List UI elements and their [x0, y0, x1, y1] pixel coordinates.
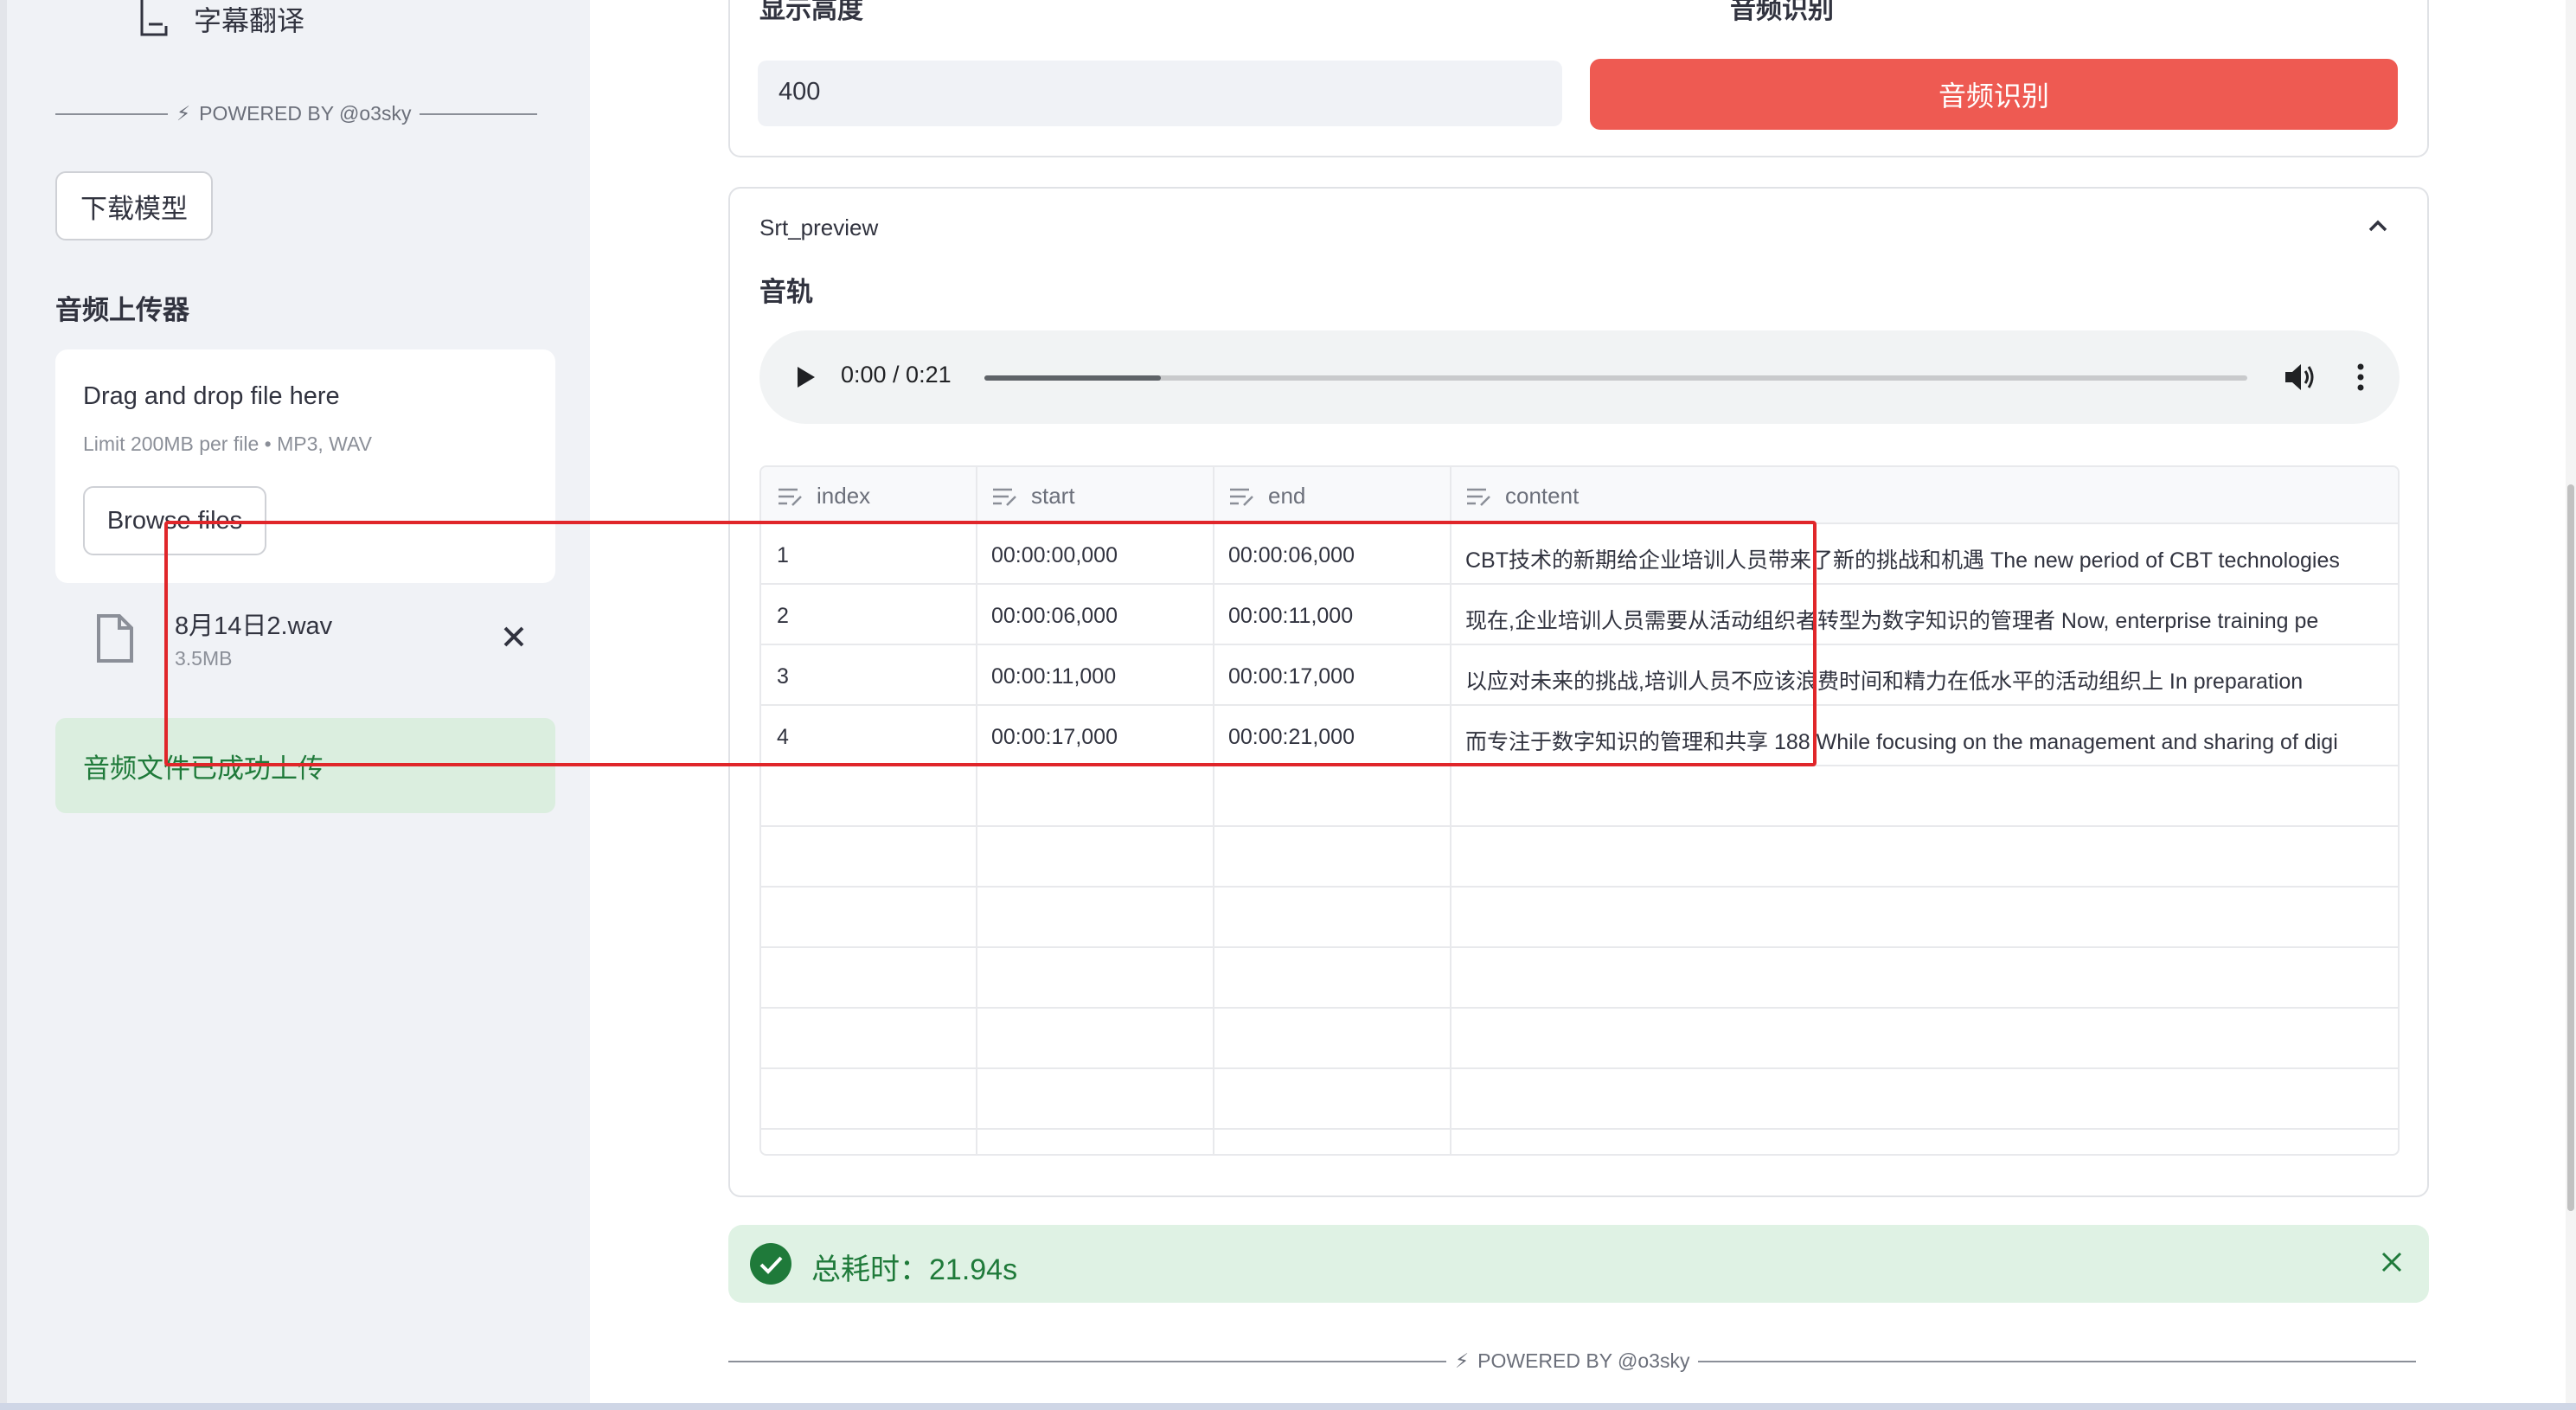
height-label: 显示高度: [759, 0, 863, 24]
sidebar: 字幕翻译 ⚡ POWERED BY @o3sky 下载模型 音频上传器 Drag…: [0, 0, 590, 1410]
uploaded-file: 8月14日2.wav 3.5MB: [55, 597, 555, 692]
column-header-content[interactable]: content: [1465, 483, 1579, 510]
play-icon[interactable]: [792, 363, 818, 391]
remove-file-icon[interactable]: [497, 619, 531, 654]
cell-end[interactable]: 00:00:06,000: [1228, 543, 1445, 568]
table-row-empty: [761, 948, 2398, 1009]
main-powered-by: ⚡ POWERED BY @o3sky: [728, 1349, 2429, 1373]
column-header-start[interactable]: start: [991, 483, 1075, 510]
table-row[interactable]: 2 00:00:06,000 00:00:11,000 现在,企业培训人员需要从…: [761, 585, 2398, 645]
elapsed-time-text: 总耗时：21.94s: [811, 1253, 1018, 1286]
cell-end[interactable]: 00:00:17,000: [1228, 664, 1445, 689]
file-size: 3.5MB: [175, 647, 233, 670]
column-header-index[interactable]: index: [777, 483, 870, 510]
scrollbar-thumb[interactable]: [2567, 484, 2574, 1211]
divider: [420, 112, 538, 115]
audio-time: 0:00 / 0:21: [841, 362, 952, 388]
elapsed-time-alert: 总耗时：21.94s: [728, 1225, 2429, 1303]
audio-progress-fill: [984, 375, 1162, 381]
height-number-input[interactable]: 400 − +: [758, 61, 1699, 126]
srt-data-table: index start end content 1 00:00:00,000 0…: [759, 465, 2400, 1156]
volume-icon[interactable]: [2284, 362, 2316, 393]
table-row-empty: [761, 827, 2398, 888]
srt-preview-expander: Srt_preview 音轨 0:00 / 0:21 index start e…: [728, 187, 2429, 1197]
cell-start[interactable]: 00:00:06,000: [991, 604, 1208, 629]
powered-by-text: POWERED BY @o3sky: [1477, 1349, 1690, 1372]
track-title: 音轨: [759, 277, 813, 307]
divider: [1698, 1360, 2417, 1362]
audio-progress-bar[interactable]: [984, 375, 2247, 381]
table-row[interactable]: 1 00:00:00,000 00:00:06,000 CBT技术的新期给企业培…: [761, 524, 2398, 585]
dropzone-limit: Limit 200MB per file • MP3, WAV: [83, 433, 372, 455]
document-icon: [140, 0, 168, 36]
text-column-icon: [779, 488, 802, 506]
page-scrollbar[interactable]: [2566, 0, 2576, 1410]
more-options-icon[interactable]: [2355, 362, 2367, 393]
table-row[interactable]: 4 00:00:17,000 00:00:21,000 而专注于数字知识的管理和…: [761, 706, 2398, 766]
sidebar-item-subtitle-translate[interactable]: 字幕翻译: [137, 0, 304, 38]
cell-start[interactable]: 00:00:17,000: [991, 725, 1208, 750]
table-row-empty: [761, 1069, 2398, 1130]
cell-index[interactable]: 4: [777, 725, 967, 750]
sidebar-item-label: 字幕翻译: [194, 5, 305, 36]
audio-recognize-button[interactable]: 音频识别: [1590, 59, 2398, 130]
dropzone-title: Drag and drop file here: [83, 382, 340, 410]
text-column-icon: [1230, 488, 1253, 506]
text-column-icon: [1467, 488, 1490, 506]
table-row-empty: [761, 888, 2398, 948]
check-circle-icon: [750, 1243, 791, 1285]
audio-player: 0:00 / 0:21: [759, 330, 2400, 424]
height-value[interactable]: 400: [779, 78, 820, 106]
cell-content[interactable]: 以应对未来的挑战,培训人员不应该浪费时间和精力在低水平的活动组织上 In pre…: [1465, 664, 2398, 695]
browse-files-button[interactable]: Browse files: [83, 486, 266, 555]
cell-index[interactable]: 2: [777, 604, 967, 629]
download-model-button[interactable]: 下载模型: [55, 171, 213, 240]
upload-success-message: 音频文件已成功上传: [55, 718, 555, 813]
bolt-icon: ⚡: [176, 102, 191, 125]
sidebar-powered-by: ⚡ POWERED BY @o3sky: [55, 102, 555, 125]
table-row-empty: [761, 766, 2398, 827]
divider: [55, 112, 168, 115]
cell-content[interactable]: 现在,企业培训人员需要从活动组织者转型为数字知识的管理者 Now, enterp…: [1465, 604, 2398, 635]
cell-end[interactable]: 00:00:21,000: [1228, 725, 1445, 750]
bolt-icon: ⚡: [1455, 1349, 1470, 1372]
main-content: 显示高度 音频识别 400 − + 音频识别 Srt_preview 音轨 0:…: [590, 0, 2576, 1410]
table-row[interactable]: 3 00:00:11,000 00:00:17,000 以应对未来的挑战,培训人…: [761, 645, 2398, 706]
recognize-label: 音频识别: [1730, 0, 1834, 24]
table-header: index start end content: [761, 467, 2398, 524]
cell-end[interactable]: 00:00:11,000: [1228, 604, 1445, 629]
expander-title[interactable]: Srt_preview: [759, 215, 878, 241]
table-row-empty: [761, 1009, 2398, 1069]
column-header-end[interactable]: end: [1228, 483, 1305, 510]
cell-start[interactable]: 00:00:11,000: [991, 664, 1208, 689]
cell-start[interactable]: 00:00:00,000: [991, 543, 1208, 568]
uploader-title: 音频上传器: [55, 295, 189, 325]
cell-index[interactable]: 3: [777, 664, 967, 689]
divider: [728, 1360, 1446, 1362]
bottom-edge: [0, 1403, 2576, 1410]
app-root: 字幕翻译 ⚡ POWERED BY @o3sky 下载模型 音频上传器 Drag…: [0, 0, 2576, 1410]
text-column-icon: [993, 488, 1016, 506]
close-icon[interactable]: [2379, 1249, 2405, 1275]
cell-index[interactable]: 1: [777, 543, 967, 568]
powered-by-text: POWERED BY @o3sky: [199, 102, 412, 125]
cell-content[interactable]: 而专注于数字知识的管理和共享 188 While focusing on the…: [1465, 725, 2398, 756]
file-name: 8月14日2.wav: [175, 612, 333, 640]
file-icon: [97, 614, 133, 663]
chevron-up-icon[interactable]: [2365, 213, 2391, 239]
cell-content[interactable]: CBT技术的新期给企业培训人员带来了新的挑战和机遇 The new period…: [1465, 543, 2398, 574]
file-dropzone[interactable]: Drag and drop file here Limit 200MB per …: [55, 349, 555, 583]
